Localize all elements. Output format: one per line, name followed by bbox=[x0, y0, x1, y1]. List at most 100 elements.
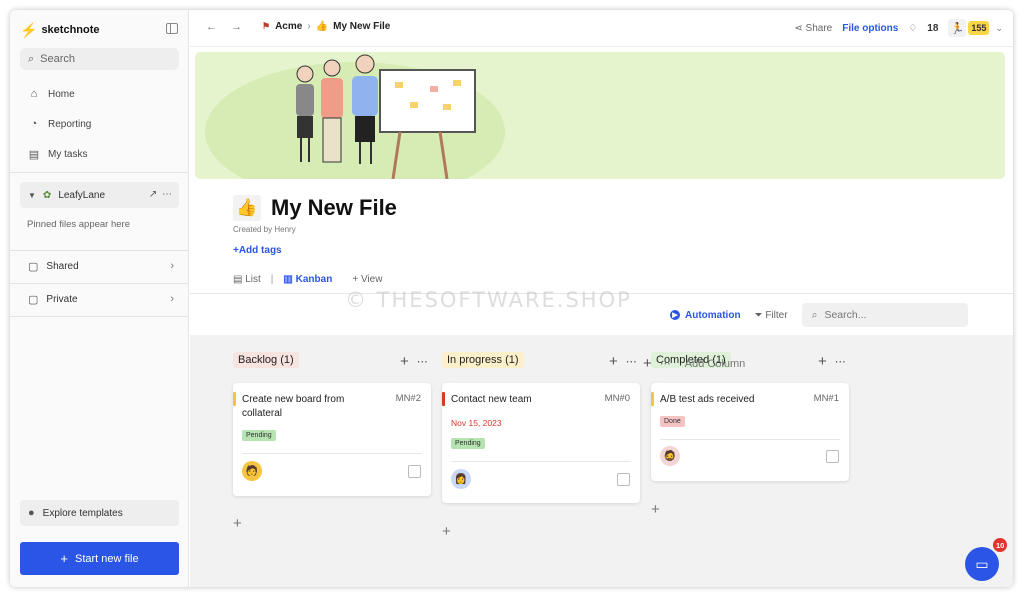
card-id: MN#1 bbox=[813, 393, 839, 404]
add-view-button[interactable]: + View bbox=[352, 274, 382, 285]
card-checkbox[interactable] bbox=[408, 465, 421, 478]
lock-doc-icon: ▢ bbox=[28, 293, 39, 306]
collapse-sidebar-icon[interactable] bbox=[166, 23, 178, 34]
add-card-icon[interactable]: + bbox=[609, 353, 618, 370]
view-switcher: ▤ List | ▥ Kanban + View bbox=[233, 272, 382, 286]
card-divider bbox=[242, 453, 422, 454]
card-checkbox[interactable] bbox=[617, 473, 630, 486]
sticky-note bbox=[453, 80, 461, 86]
person-shorts bbox=[355, 116, 375, 142]
caret-down-icon[interactable]: ▼ bbox=[28, 191, 36, 200]
chat-bubble-icon: ▭ bbox=[975, 555, 989, 572]
more-icon[interactable]: ⋯ bbox=[626, 355, 637, 368]
add-card-button[interactable]: + bbox=[233, 515, 242, 532]
created-by: Created by Henry bbox=[233, 225, 296, 234]
add-tags-button[interactable]: +Add tags bbox=[233, 245, 282, 256]
board-toolbar: ▶ Automation ⏷ Filter ⌕ Search... bbox=[670, 301, 968, 329]
task-card[interactable]: Create new board from collateral MN#2 Pe… bbox=[233, 383, 431, 496]
add-column-label: Add Column bbox=[684, 357, 746, 370]
breadcrumb: ⚑ Acme › 👍 My New File bbox=[262, 21, 390, 32]
chevron-right-icon: › bbox=[170, 293, 174, 305]
avatar[interactable]: 👩 bbox=[451, 469, 471, 489]
search-icon: ⌕ bbox=[811, 308, 818, 321]
bolt-logo-icon: ⚡ bbox=[20, 21, 38, 38]
add-card-icon[interactable]: + bbox=[400, 353, 409, 370]
card-accent bbox=[233, 392, 236, 406]
divider bbox=[10, 172, 189, 173]
file-emoji-icon[interactable]: 👍 bbox=[233, 195, 261, 221]
share-button[interactable]: ⋖ Share bbox=[794, 23, 832, 34]
cover-banner[interactable] bbox=[195, 52, 1005, 179]
sidebar: ⚡ sketchnote ⌕ Search ⌂ Home ◔ Reporting… bbox=[10, 10, 189, 587]
notification-count[interactable]: 18 bbox=[927, 23, 938, 34]
divider bbox=[10, 316, 189, 317]
chevron-down-icon: ⌄ bbox=[995, 22, 1003, 33]
bell-icon[interactable]: ♢ bbox=[908, 23, 917, 34]
filter-icon: ⏷ bbox=[754, 309, 766, 321]
workspace-actions: ↗ ⋯ bbox=[149, 189, 173, 200]
filter-button[interactable]: ⏷ Filter bbox=[755, 310, 788, 321]
tab-kanban-label: Kanban bbox=[295, 273, 333, 285]
page-title[interactable]: My New File bbox=[271, 195, 397, 221]
user-menu[interactable]: 🏃 155 ⌄ bbox=[948, 19, 1003, 37]
tab-list[interactable]: ▤ List bbox=[233, 274, 261, 285]
sidebar-item-my-tasks[interactable]: ▤ My tasks bbox=[28, 146, 88, 162]
board-search-input[interactable]: ⌕ Search... bbox=[801, 303, 968, 327]
top-right-actions: ⋖ Share File options ♢ 18 🏃 155 ⌄ bbox=[794, 18, 1003, 38]
tab-kanban[interactable]: ▥ Kanban bbox=[283, 274, 332, 285]
sidebar-item-label: Home bbox=[48, 88, 75, 100]
add-column-button[interactable]: + ⋯ Add Column bbox=[643, 355, 745, 372]
card-checkbox[interactable] bbox=[826, 450, 839, 463]
file-options-button[interactable]: File options bbox=[842, 23, 898, 34]
card-title: Contact new team bbox=[451, 394, 532, 405]
top-bar: ← → ⚑ Acme › 👍 My New File ⋖ Share File … bbox=[190, 10, 1013, 47]
column-header-in-progress[interactable]: In progress (1) bbox=[442, 351, 524, 369]
sidebar-search-input[interactable]: ⌕ Search bbox=[20, 48, 179, 70]
sidebar-item-private[interactable]: ▢ Private › bbox=[28, 291, 174, 307]
workspace-leafylane[interactable]: ▼ ✿ LeafyLane ↗ ⋯ bbox=[20, 182, 179, 208]
card-divider bbox=[660, 439, 840, 440]
column-label: In progress (1) bbox=[442, 352, 524, 368]
column-header-backlog[interactable]: Backlog (1) bbox=[233, 351, 299, 369]
person-legs bbox=[322, 117, 342, 163]
brand-logo[interactable]: ⚡ sketchnote bbox=[20, 22, 100, 38]
add-card-icon[interactable]: + bbox=[818, 353, 827, 370]
back-arrow-icon[interactable]: ← bbox=[206, 21, 217, 33]
more-icon[interactable]: ⋯ bbox=[162, 189, 173, 200]
forward-arrow-icon[interactable]: → bbox=[231, 21, 242, 33]
breadcrumb-acme[interactable]: Acme bbox=[275, 21, 302, 32]
person-body bbox=[352, 76, 378, 116]
automation-button[interactable]: ▶ Automation bbox=[670, 310, 741, 321]
task-card[interactable]: Contact new team MN#0 Nov 15, 2023 Pendi… bbox=[442, 383, 640, 503]
card-title: A/B test ads received bbox=[660, 394, 755, 405]
breadcrumb-separator: › bbox=[307, 21, 311, 32]
avatar[interactable]: 🧑 bbox=[242, 461, 262, 481]
explore-templates-button[interactable]: ● Explore templates bbox=[20, 500, 179, 526]
explore-label: Explore templates bbox=[42, 507, 123, 519]
add-card-button[interactable]: + bbox=[651, 501, 660, 518]
automation-label: Automation bbox=[685, 309, 741, 321]
leaf-icon: ✿ bbox=[42, 189, 52, 201]
more-icon[interactable]: ⋯ bbox=[835, 355, 846, 368]
search-placeholder: Search bbox=[40, 53, 76, 65]
avatar[interactable]: 🧔 bbox=[660, 446, 680, 466]
add-card-button[interactable]: + bbox=[442, 523, 451, 540]
sidebar-item-reporting[interactable]: ◔ Reporting bbox=[28, 116, 92, 132]
column-actions: + ⋯ bbox=[400, 353, 428, 370]
clipboard-icon: ▤ bbox=[28, 148, 40, 161]
column-actions: + ⋯ bbox=[818, 353, 846, 370]
sidebar-item-label: Shared bbox=[46, 260, 79, 272]
tab-list-label: List bbox=[245, 273, 261, 285]
breadcrumb-current-file[interactable]: My New File bbox=[333, 21, 390, 32]
sidebar-item-home[interactable]: ⌂ Home bbox=[28, 86, 75, 102]
person-skirt bbox=[297, 116, 313, 138]
more-icon[interactable]: ⋯ bbox=[417, 355, 428, 368]
task-card[interactable]: A/B test ads received MN#1 Done 🧔 bbox=[651, 383, 849, 481]
start-new-file-button[interactable]: + Start new file bbox=[20, 542, 179, 575]
chat-launcher-button[interactable]: ▭ bbox=[965, 547, 999, 581]
home-icon: ⌂ bbox=[30, 88, 38, 100]
column-actions: + ⋯ bbox=[609, 353, 637, 370]
sidebar-item-shared[interactable]: ▢ Shared › bbox=[28, 258, 174, 274]
person-body bbox=[296, 84, 314, 116]
open-external-icon[interactable]: ↗ bbox=[149, 189, 158, 200]
